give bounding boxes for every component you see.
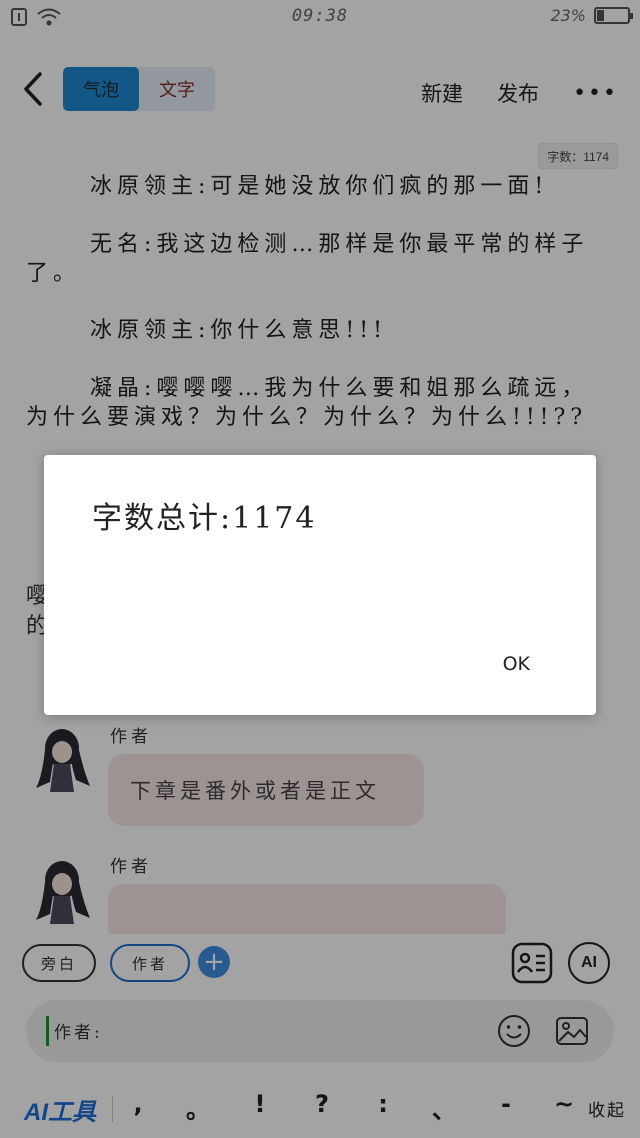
ok-button[interactable]: OK	[503, 653, 530, 675]
dialog-message: 字数总计:1174	[92, 501, 317, 536]
word-count-dialog: 字数总计:1174 OK	[44, 455, 596, 715]
